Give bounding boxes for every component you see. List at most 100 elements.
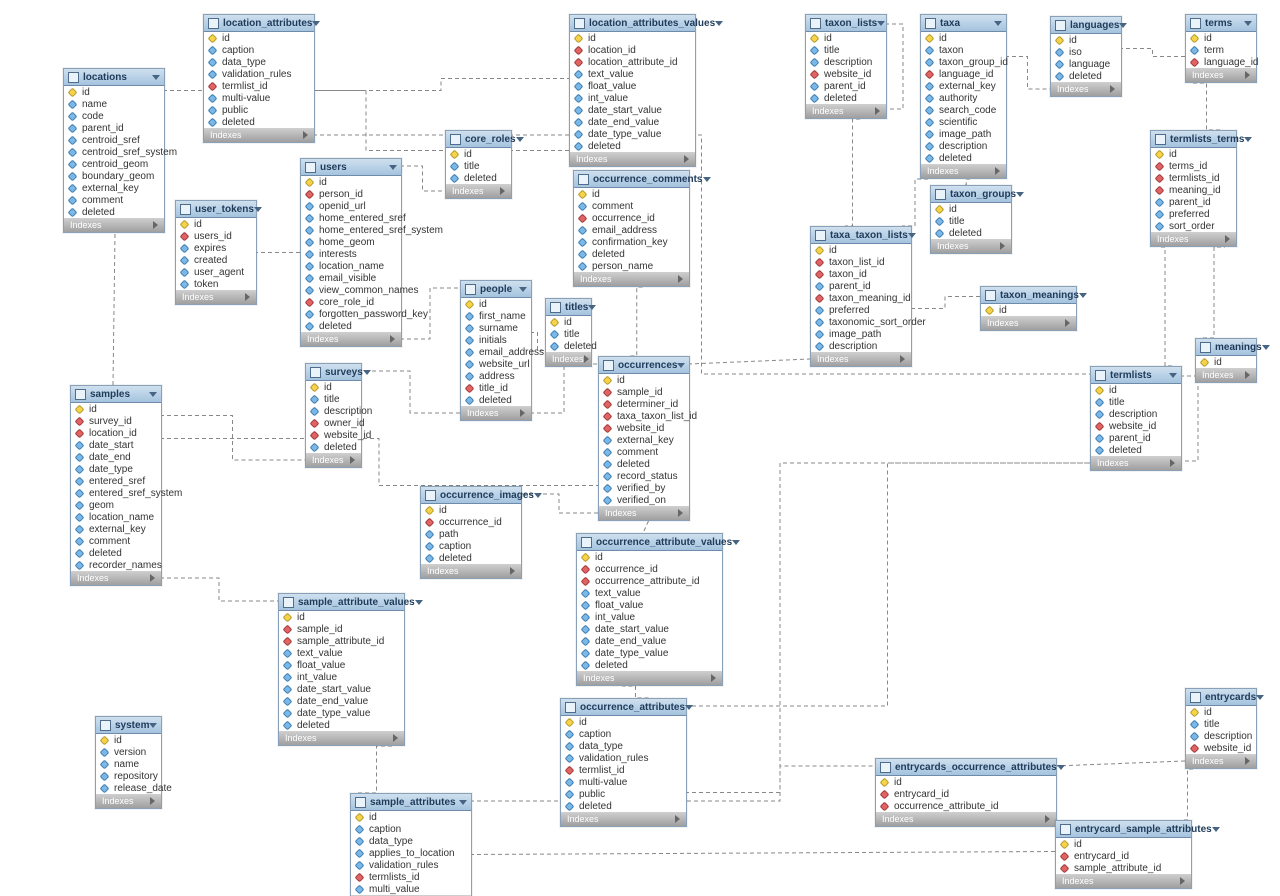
table-occurrence_images[interactable]: occurrence_imagesidoccurrence_idpathcapt… [420, 486, 522, 579]
indexes-footer[interactable]: Indexes [577, 671, 722, 685]
table-header[interactable]: entrycards [1186, 689, 1256, 706]
table-sample_attributes[interactable]: sample_attributesidcaptiondata_typeappli… [350, 793, 472, 896]
indexes-footer[interactable]: Indexes [1091, 456, 1181, 470]
table-occurrence_comments[interactable]: occurrence_commentsidcommentoccurrence_i… [573, 170, 690, 287]
indexes-footer[interactable]: Indexes [1051, 82, 1121, 96]
table-header[interactable]: taxa_taxon_lists [811, 227, 911, 244]
table-header[interactable]: taxa [921, 15, 1006, 32]
table-entrycards_occurrence_attributes[interactable]: entrycards_occurrence_attributesidentryc… [875, 758, 1057, 827]
table-header[interactable]: taxon_groups [931, 186, 1011, 203]
table-taxa[interactable]: taxaidtaxontaxon_group_idlanguage_idexte… [920, 14, 1007, 179]
indexes-footer[interactable]: Indexes [1186, 754, 1256, 768]
indexes-footer[interactable]: Indexes [599, 506, 689, 520]
indexes-footer[interactable]: Indexes [421, 564, 521, 578]
indexes-footer[interactable]: Indexes [574, 272, 689, 286]
table-header[interactable]: titles [546, 299, 591, 316]
column-name: id [592, 189, 600, 200]
indexes-footer[interactable]: Indexes [176, 290, 256, 304]
table-header[interactable]: occurrence_comments [574, 171, 689, 188]
table-users[interactable]: usersidperson_idopenid_urlhome_entered_s… [300, 158, 402, 347]
table-header[interactable]: meanings [1196, 339, 1256, 356]
column-row: deleted [570, 140, 695, 152]
table-header[interactable]: entrycard_sample_attributes [1056, 821, 1191, 838]
indexes-footer[interactable]: Indexes [96, 794, 161, 808]
table-termlists_terms[interactable]: termlists_termsidterms_idtermlists_idmea… [1150, 130, 1237, 247]
column-name: title_id [479, 383, 508, 394]
table-header[interactable]: people [461, 281, 531, 298]
table-header[interactable]: locations [64, 69, 164, 86]
indexes-footer[interactable]: Indexes [1196, 368, 1256, 382]
table-occurrences[interactable]: occurrencesidsample_iddeterminer_idtaxa_… [598, 356, 690, 521]
table-taxon_meanings[interactable]: taxon_meaningsidIndexes [980, 286, 1077, 331]
indexes-footer[interactable]: Indexes [561, 812, 686, 826]
table-header[interactable]: languages [1051, 17, 1121, 34]
table-header[interactable]: system [96, 717, 161, 734]
table-entrycards[interactable]: entrycardsidtitledescriptionwebsite_idIn… [1185, 688, 1257, 769]
table-taxon_lists[interactable]: taxon_listsidtitledescriptionwebsite_idp… [805, 14, 887, 119]
indexes-footer[interactable]: Indexes [279, 731, 404, 745]
table-people[interactable]: peopleidfirst_namesurnameinitialsemail_a… [460, 280, 532, 421]
column-row: verified_on [599, 494, 689, 506]
indexes-footer[interactable]: Indexes [446, 184, 511, 198]
table-location_attributes[interactable]: location_attributesidcaptiondata_typeval… [203, 14, 315, 143]
indexes-footer[interactable]: Indexes [71, 571, 161, 585]
indexes-footer[interactable]: Indexes [461, 406, 531, 420]
indexes-footer[interactable]: Indexes [204, 128, 314, 142]
table-header[interactable]: occurrence_images [421, 487, 521, 504]
table-header[interactable]: termlists [1091, 367, 1181, 384]
column-row: surname [461, 322, 531, 334]
table-header[interactable]: taxon_lists [806, 15, 886, 32]
table-header[interactable]: sample_attributes [351, 794, 471, 811]
table-header[interactable]: occurrences [599, 357, 689, 374]
table-header[interactable]: users [301, 159, 401, 176]
table-header[interactable]: occurrence_attribute_values [577, 534, 722, 551]
table-locations[interactable]: locationsidnamecodeparent_idcentroid_sre… [63, 68, 165, 233]
indexes-footer[interactable]: Indexes [306, 453, 361, 467]
table-entrycard_sample_attributes[interactable]: entrycard_sample_attributesidentrycard_i… [1055, 820, 1192, 889]
indexes-footer[interactable]: Indexes [931, 239, 1011, 253]
table-surveys[interactable]: surveysidtitledescriptionowner_idwebsite… [305, 363, 362, 468]
indexes-footer[interactable]: Indexes [921, 164, 1006, 178]
table-header[interactable]: taxon_meanings [981, 287, 1076, 304]
indexes-footer[interactable]: Indexes [64, 218, 164, 232]
table-system[interactable]: systemidversionnamerepositoryrelease_dat… [95, 716, 162, 809]
table-header[interactable]: core_roles [446, 131, 511, 148]
table-header[interactable]: termlists_terms [1151, 131, 1236, 148]
er-diagram-canvas[interactable]: locationsidnamecodeparent_idcentroid_sre… [0, 0, 1280, 896]
indexes-footer[interactable]: Indexes [806, 104, 886, 118]
table-header[interactable]: location_attributes [204, 15, 314, 32]
table-header[interactable]: occurrence_attributes [561, 699, 686, 716]
table-meanings[interactable]: meaningsidIndexes [1195, 338, 1257, 383]
table-terms[interactable]: termsidtermlanguage_idIndexes [1185, 14, 1257, 83]
table-occurrence_attribute_values[interactable]: occurrence_attribute_valuesidoccurrence_… [576, 533, 723, 686]
table-titles[interactable]: titlesidtitledeletedIndexes [545, 298, 592, 367]
table-termlists[interactable]: termlistsidtitledescriptionwebsite_idpar… [1090, 366, 1182, 471]
indexes-footer[interactable]: Indexes [981, 316, 1076, 330]
table-user_tokens[interactable]: user_tokensidusers_idexpirescreateduser_… [175, 200, 257, 305]
table-header[interactable]: surveys [306, 364, 361, 381]
table-header[interactable]: location_attributes_values [570, 15, 695, 32]
table-header[interactable]: terms [1186, 15, 1256, 32]
indexes-footer[interactable]: Indexes [1151, 232, 1236, 246]
table-taxa_taxon_lists[interactable]: taxa_taxon_listsidtaxon_list_idtaxon_idp… [810, 226, 912, 367]
indexes-footer[interactable]: Indexes [546, 352, 591, 366]
indexes-footer[interactable]: Indexes [570, 152, 695, 166]
indexes-footer[interactable]: Indexes [1056, 874, 1191, 888]
indexes-footer[interactable]: Indexes [876, 812, 1056, 826]
table-header[interactable]: samples [71, 386, 161, 403]
table-location_attributes_values[interactable]: location_attributes_valuesidlocation_idl… [569, 14, 696, 167]
table-samples[interactable]: samplesidsurvey_idlocation_iddate_startd… [70, 385, 162, 586]
table-header[interactable]: user_tokens [176, 201, 256, 218]
table-header[interactable]: sample_attribute_values [279, 594, 404, 611]
table-taxon_groups[interactable]: taxon_groupsidtitledeletedIndexes [930, 185, 1012, 254]
table-occurrence_attributes[interactable]: occurrence_attributesidcaptiondata_typev… [560, 698, 687, 827]
indexes-footer[interactable]: Indexes [301, 332, 401, 346]
key-icon [1200, 357, 1210, 367]
table-sample_attribute_values[interactable]: sample_attribute_valuesidsample_idsample… [278, 593, 405, 746]
table-header[interactable]: entrycards_occurrence_attributes [876, 759, 1056, 776]
table-languages[interactable]: languagesidisolanguagedeletedIndexes [1050, 16, 1122, 97]
table-core_roles[interactable]: core_rolesidtitledeletedIndexes [445, 130, 512, 199]
indexes-footer[interactable]: Indexes [1186, 68, 1256, 82]
indexes-footer[interactable]: Indexes [811, 352, 911, 366]
column-row: external_key [921, 80, 1006, 92]
